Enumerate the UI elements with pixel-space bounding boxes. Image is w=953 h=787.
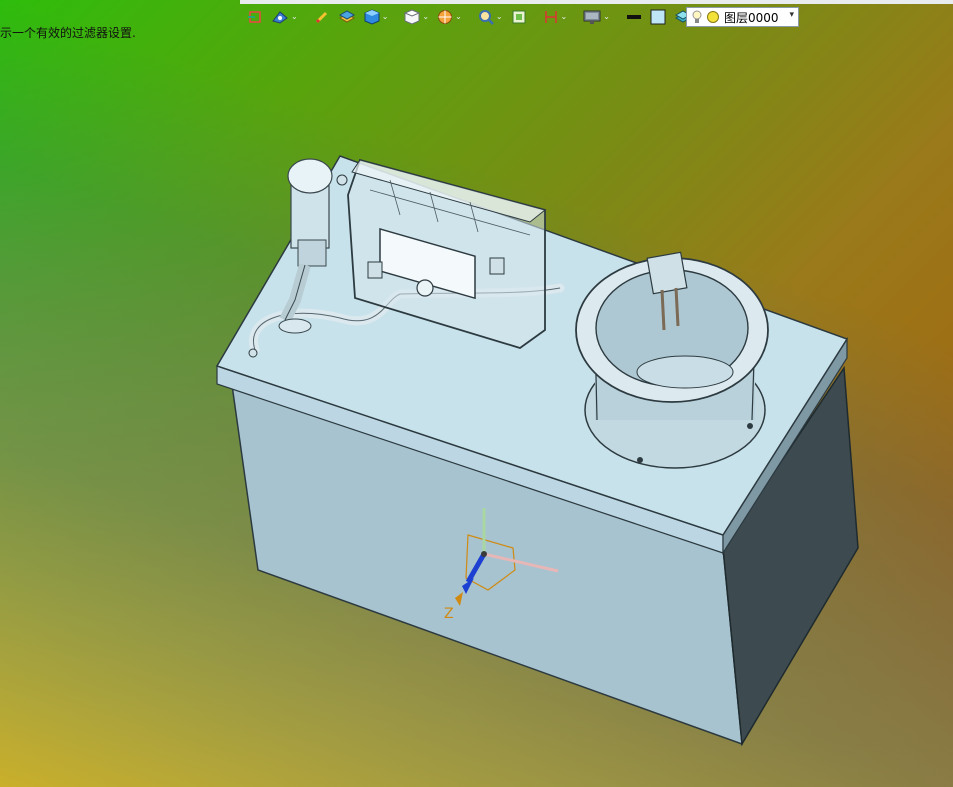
wireframe-cube-button[interactable]: ⌄ [401,6,432,28]
fitting [248,348,258,358]
section-view-icon [438,10,453,24]
chevron-down-icon: ⌄ [291,12,298,21]
chevron-down-icon: ⌄ [603,12,610,21]
fill-color-icon [650,9,666,25]
line-color-button[interactable] [623,6,645,28]
status-message: 示一个有效的过滤器设置. [0,26,136,40]
dimension-button[interactable]: ⌄ [540,6,571,28]
chevron-down-icon: ⌄ [495,12,503,21]
display-monitor-button[interactable]: ⌄ [580,6,613,28]
graphics-viewport[interactable]: Z 示一个有效的过滤器设置. ⌄ ⌄ ⌄ ⌄ ⌄ ⌄ ⌄ 图层0000 ▾ [0,0,953,787]
shaded-cube-button[interactable]: ⌄ [361,6,392,28]
saved-views-button[interactable]: ⌄ [268,6,301,28]
axis-z-label: Z [444,606,454,622]
fitting [336,174,348,186]
wireframe-cube-icon [404,9,421,25]
layer-stack-icon [338,10,355,23]
layer-state-icon [707,11,719,23]
fit-view-button[interactable] [508,6,530,28]
view-orientation-icon [248,11,261,23]
section-view-button[interactable]: ⌄ [434,6,465,28]
layer-stack-button[interactable] [335,6,359,28]
layer-value: 图层0000 [724,10,779,25]
sketch-pen-icon [315,11,327,24]
layer-dropdown[interactable]: 图层0000 ▾ [686,7,799,27]
fill-color-button[interactable] [647,6,669,28]
line-color-icon [626,15,641,19]
zoom-icon [478,10,494,25]
saved-views-icon [272,11,288,24]
dropdown-arrow-icon: ▾ [789,10,794,20]
sketch-pen-button[interactable] [311,6,333,28]
cad-model-render[interactable]: Z [0,0,953,787]
bowl-cylinder [575,251,769,469]
chevron-down-icon: ⌄ [455,12,462,21]
light-bulb-icon [692,10,702,23]
display-monitor-icon [583,10,601,24]
fit-view-icon [512,10,526,24]
chevron-down-icon: ⌄ [560,12,568,21]
chevron-down-icon: ⌄ [381,12,389,21]
view-toolbar: ⌄ ⌄ ⌄ ⌄ ⌄ ⌄ ⌄ [240,4,704,30]
dimension-icon [544,11,557,23]
chevron-down-icon: ⌄ [422,12,430,21]
zoom-button[interactable]: ⌄ [475,6,506,28]
shaded-cube-icon [364,9,380,25]
view-orientation-button[interactable] [244,6,266,28]
